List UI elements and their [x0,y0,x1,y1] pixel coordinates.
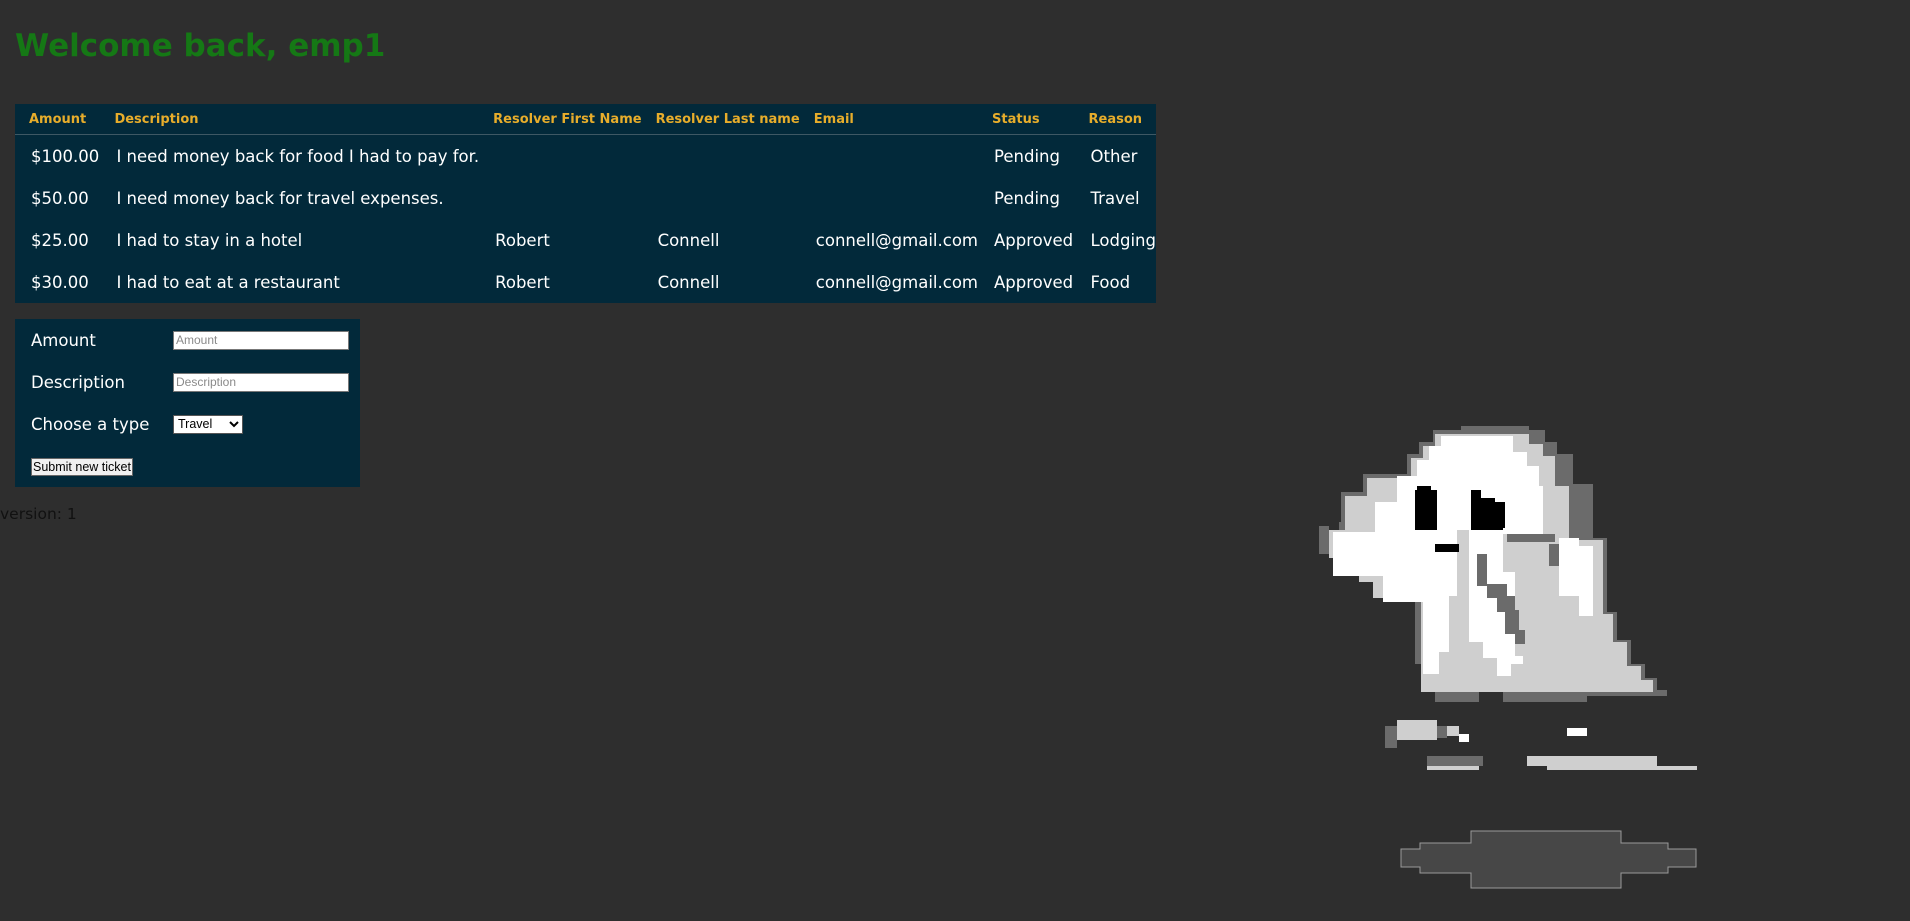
cell-email [800,135,978,178]
column-header-email: Email [799,104,978,135]
cell-amount: $25.00 [31,230,89,250]
cell-reason: Lodging [1090,230,1156,250]
cell-resolver-last-name: Connell [657,230,720,250]
description-row: Description [31,370,349,394]
cell-email [800,177,978,219]
cell-status: Approved [994,272,1074,292]
type-select[interactable]: Travel [173,414,243,434]
cell-description: I need money back for travel expenses. [116,188,444,208]
cell-email: connell@gmail.com [815,272,978,292]
cell-resolver-first-name [479,135,641,178]
page: Welcome back, emp1 Amount Description Re… [0,0,1910,921]
column-header-description: Description [100,104,480,135]
cell-email: connell@gmail.com [815,230,978,250]
cell-resolver-first-name [479,177,641,219]
cell-resolver-first-name: Robert [495,272,550,292]
cell-resolver-last-name [642,135,800,178]
table-row: $50.00 I need money back for travel expe… [15,177,1156,219]
cell-resolver-last-name: Connell [657,272,720,292]
cell-resolver-last-name [642,177,800,219]
version-text: version: 1 [0,505,77,523]
column-header-amount: Amount [15,104,101,135]
cell-amount: $100.00 [31,146,100,166]
cell-resolver-first-name: Robert [495,230,550,250]
amount-input[interactable] [173,330,349,350]
cell-reason: Travel [1090,188,1140,208]
column-header-resolver-last-name: Resolver Last name [641,104,800,135]
cell-status: Approved [994,230,1074,250]
cell-description: I need money back for food I had to pay … [116,146,480,166]
cell-reason: Food [1090,272,1131,292]
new-ticket-form: Amount Description Choose a type Travel … [15,319,360,487]
cell-amount: $30.00 [31,272,89,292]
column-header-resolver-first-name: Resolver First Name [479,104,642,135]
cell-reason: Other [1090,146,1138,166]
cell-description: I had to eat at a restaurant [116,272,340,292]
table-row: $100.00 I need money back for food I had… [15,135,1156,178]
submit-ticket-button[interactable]: Submit new ticket [31,458,133,476]
amount-label: Amount [31,330,96,350]
type-label: Choose a type [31,414,150,434]
cell-status: Pending [994,188,1060,208]
cell-amount: $50.00 [31,188,89,208]
tickets-table: Amount Description Resolver First Name R… [15,104,1156,303]
column-header-reason: Reason [1074,104,1156,135]
description-input[interactable] [173,372,349,392]
ghost-shadow-icon [1400,830,1697,889]
description-label: Description [31,372,125,392]
cell-description: I had to stay in a hotel [116,230,303,250]
amount-row: Amount [31,328,349,352]
type-row: Choose a type Travel [31,412,243,436]
table-header-row: Amount Description Resolver First Name R… [15,104,1156,135]
pixel-ghost-icon [1319,426,1697,770]
cell-status: Pending [994,146,1060,166]
column-header-status: Status [978,104,1075,135]
table-row: $25.00 I had to stay in a hotel Robert C… [15,219,1156,261]
table-row: $30.00 I had to eat at a restaurant Robe… [15,261,1156,303]
page-title: Welcome back, emp1 [15,28,386,64]
